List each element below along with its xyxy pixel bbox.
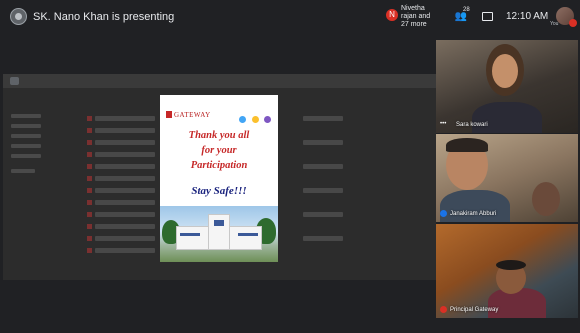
file-row <box>95 212 155 217</box>
school-building-photo <box>160 206 278 262</box>
presentation-slide: GATEWAY Thank you all for your Participa… <box>160 95 278 262</box>
file-meta <box>303 116 343 121</box>
file-row <box>95 236 155 241</box>
file-meta <box>303 188 343 193</box>
presenting-status: SK. Nano Khan is presenting <box>33 11 175 23</box>
file-row <box>95 188 155 193</box>
file-icon <box>87 248 92 253</box>
participant-name: Janakiram Abburi <box>450 211 497 217</box>
file-row <box>95 176 155 181</box>
file-icon <box>87 236 92 241</box>
mic-muted-icon <box>440 306 447 313</box>
participant-name: Sara kowari <box>456 122 488 128</box>
gateway-logo: GATEWAY <box>166 111 211 119</box>
file-meta <box>303 236 343 241</box>
clock: 12:10 AM <box>506 11 549 22</box>
partner-logo-icon <box>264 116 271 123</box>
file-row <box>95 128 155 133</box>
partner-logo-icon <box>239 116 247 123</box>
slide-line-3: Participation <box>190 160 248 171</box>
self-mic-muted-icon <box>569 19 577 27</box>
file-row <box>95 164 155 169</box>
file-icon <box>87 128 92 133</box>
chat-button[interactable] <box>480 8 494 25</box>
file-meta <box>303 140 343 145</box>
file-row <box>95 224 155 229</box>
sidebar-placeholder <box>11 144 41 148</box>
participant-hair <box>496 260 526 270</box>
participant-face <box>492 54 518 88</box>
slide-line-1: Thank you all <box>188 130 250 141</box>
file-meta <box>303 212 343 217</box>
file-meta <box>303 164 343 169</box>
file-icon <box>87 200 92 205</box>
file-row <box>95 248 155 253</box>
participant-figure <box>472 102 542 133</box>
top-bar: SK. Nano Khan is presenting N Nivetha ra… <box>0 0 580 34</box>
participant-second-person <box>532 182 560 216</box>
sidebar-placeholder <box>11 124 41 128</box>
file-icon <box>87 164 92 169</box>
file-row <box>95 140 155 145</box>
slide-line-2: for your <box>201 145 237 156</box>
participant-tile[interactable]: ••• Sara kowari <box>436 40 578 133</box>
partner-logo-icon <box>251 116 259 123</box>
participant-tile[interactable]: Janakiram Abburi <box>436 134 578 222</box>
participant-name: Principal Gateway <box>450 307 499 313</box>
file-icon <box>87 188 92 193</box>
participants-summary[interactable]: Nivetha rajan and 27 more <box>401 5 437 29</box>
participant-avatar[interactable]: N <box>386 9 398 21</box>
chat-icon <box>481 11 493 21</box>
slide-line-4: Stay Safe!!! <box>191 185 247 197</box>
building-window <box>180 233 200 236</box>
more-options-icon[interactable]: ••• <box>440 121 447 128</box>
file-icon <box>87 176 92 181</box>
sidebar-placeholder <box>11 114 41 118</box>
file-row <box>95 200 155 205</box>
file-icon <box>87 224 92 229</box>
school-crest-icon <box>166 111 172 118</box>
building-window <box>238 233 258 236</box>
file-icon <box>87 152 92 157</box>
shared-app-toolbar <box>3 74 436 88</box>
participant-hair <box>446 138 488 152</box>
people-count: 28 <box>463 7 470 13</box>
participant-tile[interactable]: Principal Gateway <box>436 224 578 318</box>
mic-active-icon <box>440 210 447 217</box>
partner-logos <box>238 110 271 123</box>
participant-figure <box>440 190 510 222</box>
presentation-icon <box>10 8 27 25</box>
people-button[interactable]: 👥 28 <box>452 7 470 25</box>
app-logo-icon <box>10 77 19 85</box>
sidebar-placeholder <box>11 134 41 138</box>
self-label: You <box>550 21 559 27</box>
file-row <box>95 116 155 121</box>
file-row <box>95 152 155 157</box>
building-window <box>214 220 224 226</box>
file-icon <box>87 116 92 121</box>
sidebar-placeholder <box>11 154 41 158</box>
file-icon <box>87 140 92 145</box>
sidebar-placeholder <box>11 169 35 173</box>
file-icon <box>87 212 92 217</box>
